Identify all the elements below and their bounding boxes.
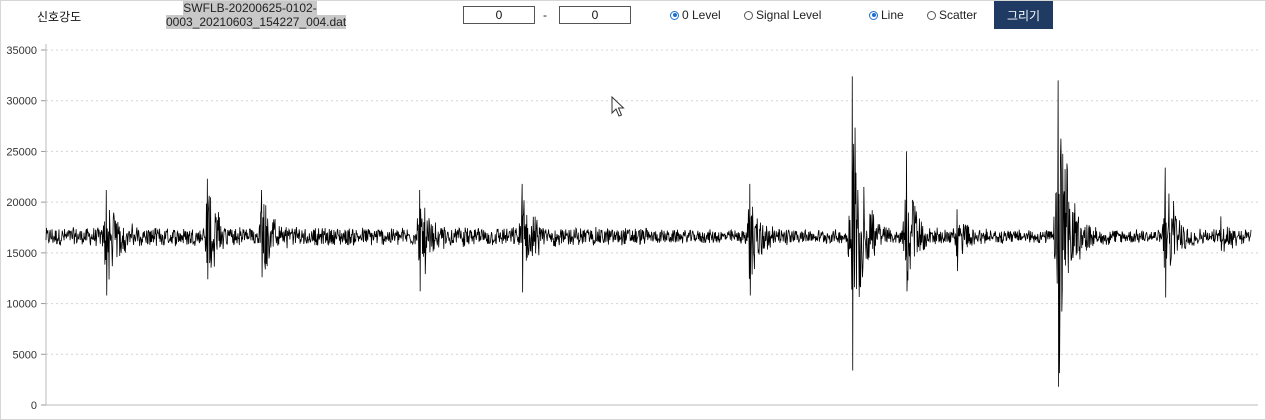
line-label: Line [881,8,904,22]
range-separator: - [543,8,547,22]
file-name-line1: SWFLB-20200625-0102- [183,1,317,15]
range-start-input[interactable] [463,6,535,24]
y-tick-label: 5000 [13,349,37,361]
signal-level-radio[interactable]: Signal Level [744,8,821,22]
scatter-radio[interactable]: Scatter [927,8,977,22]
y-tick-label: 10000 [6,299,37,311]
file-name-line2: 0003_20210603_154227_004.dat [166,15,347,29]
radio-unselected-icon [927,10,936,20]
radio-unselected-icon [744,10,753,20]
y-tick-label: 25000 [6,146,37,158]
signal-strength-label: 신호강도 [37,10,82,24]
zero-level-radio[interactable]: 0 Level [670,8,721,22]
chart-plot-area [45,76,1252,387]
signal-chart: 0 5000 10000 15000 20000 25000 30000 35000 [6,44,1258,412]
zero-level-label: 0 Level [682,8,721,22]
mouse-cursor-icon [611,96,625,117]
toolbar: 신호강도 SWFLB-20200625-0102- 0003_20210603_… [0,0,1266,36]
y-tick-label: 35000 [6,45,37,57]
signal-level-label: Signal Level [756,8,822,22]
line-radio[interactable]: Line [869,8,904,22]
radio-selected-icon [670,10,679,20]
y-tick-label: 30000 [6,96,37,108]
radio-selected-icon [869,10,878,20]
range-end-input[interactable] [559,6,631,24]
y-tick-label: 15000 [6,248,37,260]
y-tick-label: 0 [31,400,37,412]
signal-series-line [45,76,1252,387]
draw-button[interactable]: 그리기 [994,1,1053,29]
y-tick-label: 20000 [6,197,37,209]
file-name: SWFLB-20200625-0102- 0003_20210603_15422… [166,1,347,29]
scatter-label: Scatter [939,8,978,22]
